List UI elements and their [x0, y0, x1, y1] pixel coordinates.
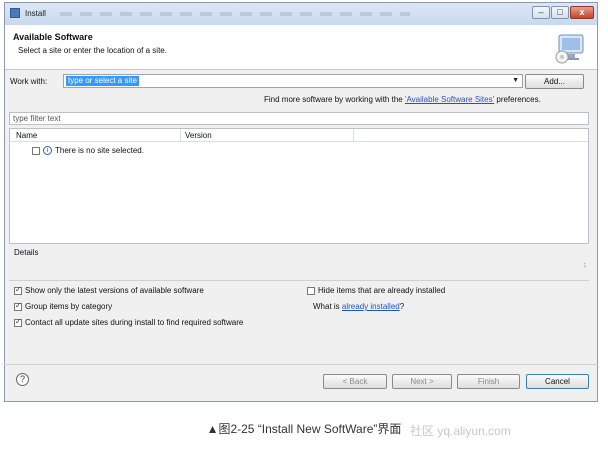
contact-sites-option[interactable]: Contact all update sites during install … [14, 317, 244, 327]
info-icon: i [43, 146, 52, 156]
contact-sites-checkbox[interactable] [14, 317, 22, 327]
minimize-button[interactable]: – [532, 6, 550, 19]
close-button[interactable]: x [570, 6, 594, 19]
filter-placeholder: type filter text [13, 114, 61, 123]
watermark: 社区 yq.aliyun.com [410, 424, 511, 438]
find-more-text: Find more software by working with the '… [264, 95, 541, 104]
find-more-suffix: preferences. [494, 95, 541, 104]
group-items-checkbox[interactable] [14, 301, 22, 311]
find-more-prefix: Find more software by working with the [264, 95, 405, 104]
details-area: ⁝ [9, 258, 589, 281]
tree-row[interactable]: i There is no site selected. [32, 146, 144, 156]
show-latest-option[interactable]: Show only the latest versions of availab… [14, 285, 204, 295]
column-name[interactable]: Name [16, 131, 37, 140]
dropdown-arrow-icon[interactable]: ▼ [512, 77, 519, 84]
column-version[interactable]: Version [185, 131, 212, 140]
footer-divider [4, 364, 598, 365]
column-divider [180, 129, 181, 141]
column-divider [353, 129, 354, 141]
hide-installed-checkbox[interactable] [307, 286, 315, 295]
details-label: Details [14, 248, 39, 257]
what-is-suffix: ? [399, 302, 405, 311]
already-installed-link[interactable]: already installed [342, 302, 400, 311]
app-icon [10, 8, 20, 18]
hide-installed-label: Hide items that are already installed [318, 286, 446, 295]
contact-sites-label: Contact all update sites during install … [25, 318, 244, 327]
tree-header: Name Version [10, 129, 588, 142]
title-bar-blur [60, 12, 410, 16]
window-title: Install [25, 9, 46, 18]
cancel-button[interactable]: Cancel [526, 374, 589, 389]
show-latest-label: Show only the latest versions of availab… [25, 286, 204, 295]
back-button[interactable]: < Back [323, 374, 387, 389]
maximize-button[interactable]: □ [551, 6, 569, 19]
row-checkbox[interactable] [32, 146, 40, 155]
figure-caption: ▲图2-25 “Install New SoftWare”界面 [206, 422, 402, 436]
wizard-header: Available Software Select a site or ente… [5, 25, 597, 70]
filter-input[interactable]: type filter text [9, 112, 589, 125]
page-subtitle: Select a site or enter the location of a… [18, 46, 167, 55]
details-scroll-icon[interactable]: ⁝ [584, 262, 586, 270]
work-with-input[interactable]: type or select a site [66, 76, 139, 86]
available-sites-link[interactable]: 'Available Software Sites' [405, 95, 494, 104]
group-items-option[interactable]: Group items by category [14, 301, 113, 311]
add-site-button[interactable]: Add... [525, 74, 584, 89]
work-with-combo[interactable]: type or select a site ▼ [63, 74, 523, 88]
what-is-installed: What is already installed? [313, 302, 404, 311]
row-text: There is no site selected. [55, 146, 144, 155]
help-icon[interactable]: ? [16, 373, 29, 386]
finish-button[interactable]: Finish [457, 374, 520, 389]
install-wizard-icon [555, 34, 584, 64]
title-bar: Install – □ x [5, 3, 597, 26]
group-items-label: Group items by category [25, 302, 113, 311]
show-latest-checkbox[interactable] [14, 285, 22, 295]
work-with-label: Work with: [10, 77, 48, 86]
page-title: Available Software [13, 32, 93, 42]
software-tree[interactable]: Name Version i There is no site selected. [9, 128, 589, 244]
hide-installed-option[interactable]: Hide items that are already installed [307, 286, 445, 295]
what-is-prefix: What is [313, 302, 342, 311]
next-button[interactable]: Next > [392, 374, 452, 389]
